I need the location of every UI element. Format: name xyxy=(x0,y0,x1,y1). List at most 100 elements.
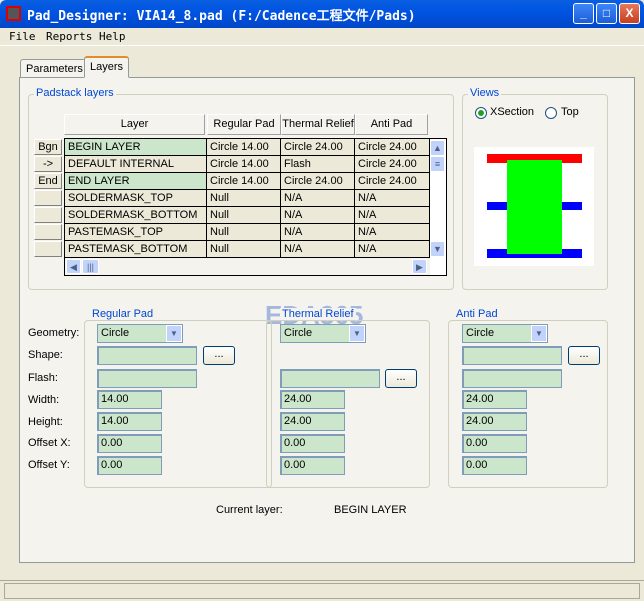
chevron-down-icon[interactable]: ▼ xyxy=(166,325,182,342)
xsection-label[interactable]: XSection xyxy=(490,106,534,118)
table-row[interactable]: BEGIN LAYER Circle 14.00 Circle 24.00 Circl… xyxy=(65,139,430,156)
anti-offset-y-input[interactable]: 0.00 xyxy=(462,456,527,475)
cell-layer[interactable]: END LAYER xyxy=(65,173,207,189)
thermal-height-input[interactable]: 24.00 xyxy=(280,412,345,431)
scroll-right-button[interactable]: ▶ xyxy=(412,259,427,274)
top-label[interactable]: Top xyxy=(561,106,579,118)
cell-anti-pad[interactable]: N/A xyxy=(355,241,430,257)
thermal-geometry-select[interactable]: Circle ▼ xyxy=(280,324,366,343)
window-title: Pad_Designer: VIA14_8.pad (F:/Cadence工程文… xyxy=(27,9,416,24)
anti-flash-input[interactable] xyxy=(462,369,562,388)
anti-offset-x-input[interactable]: 0.00 xyxy=(462,434,527,453)
header-thermal-relief[interactable]: Thermal Relief xyxy=(281,114,355,135)
cell-regular-pad[interactable]: Circle 14.00 xyxy=(207,139,281,155)
drill-hole xyxy=(507,160,562,254)
cell-layer[interactable]: PASTEMASK_TOP xyxy=(65,224,207,240)
cell-thermal-relief[interactable]: N/A xyxy=(281,207,355,223)
chevron-down-icon[interactable]: ▼ xyxy=(531,325,547,342)
cell-thermal-relief[interactable]: Flash xyxy=(281,156,355,172)
table-row[interactable]: DEFAULT INTERNAL Circle 14.00 Flash Circle … xyxy=(65,156,430,173)
minimize-button[interactable]: _ xyxy=(573,3,594,24)
cell-thermal-relief[interactable]: Circle 24.00 xyxy=(281,173,355,189)
anti-shape-input[interactable] xyxy=(462,346,562,365)
header-regular-pad[interactable]: Regular Pad xyxy=(207,114,281,135)
vertical-scroll-thumb[interactable]: ≡ xyxy=(430,156,445,172)
anti-shape-browse-button[interactable]: ... xyxy=(568,346,600,365)
regular-shape-browse-button[interactable]: ... xyxy=(203,346,235,365)
cell-thermal-relief[interactable]: N/A xyxy=(281,224,355,240)
cell-regular-pad[interactable]: Null xyxy=(207,190,281,206)
regular-offset-x-input[interactable]: 0.00 xyxy=(97,434,162,453)
regular-geometry-select[interactable]: Circle ▼ xyxy=(97,324,183,343)
tab-parameters[interactable]: Parameters xyxy=(20,59,89,79)
regular-offset-y-input[interactable]: 0.00 xyxy=(97,456,162,475)
cell-layer[interactable]: PASTEMASK_BOTTOM xyxy=(65,241,207,257)
thermal-flash-browse-button[interactable]: ... xyxy=(385,369,417,388)
horizontal-scrollbar[interactable] xyxy=(65,258,430,275)
cell-regular-pad[interactable]: Circle 14.00 xyxy=(207,156,281,172)
cell-regular-pad[interactable]: Circle 14.00 xyxy=(207,173,281,189)
cell-layer[interactable]: DEFAULT INTERNAL xyxy=(65,156,207,172)
chevron-down-icon[interactable]: ▼ xyxy=(349,325,365,342)
maximize-button[interactable]: □ xyxy=(596,3,617,24)
thermal-offset-x-input[interactable]: 0.00 xyxy=(280,434,345,453)
regular-height-input[interactable]: 14.00 xyxy=(97,412,162,431)
regular-width-input[interactable]: 14.00 xyxy=(97,390,162,409)
regular-shape-input[interactable] xyxy=(97,346,197,365)
menu-file[interactable]: File xyxy=(9,30,36,43)
row-select-button[interactable] xyxy=(34,241,62,257)
table-row[interactable]: PASTEMASK_TOP Null N/A N/A xyxy=(65,224,430,241)
anti-geometry-select[interactable]: Circle ▼ xyxy=(462,324,548,343)
tab-layers[interactable]: Layers xyxy=(84,56,130,78)
table-row[interactable]: SOLDERMASK_TOP Null N/A N/A xyxy=(65,190,430,207)
cell-thermal-relief[interactable]: Circle 24.00 xyxy=(281,139,355,155)
thermal-offset-y-input[interactable]: 0.00 xyxy=(280,456,345,475)
header-layer[interactable]: Layer xyxy=(64,114,205,135)
close-button[interactable]: X xyxy=(619,3,640,24)
row-select-button[interactable] xyxy=(34,207,62,223)
menu-help[interactable]: Help xyxy=(99,30,126,43)
menu-reports[interactable]: Reports xyxy=(46,30,92,43)
cell-layer[interactable]: SOLDERMASK_TOP xyxy=(65,190,207,206)
cell-layer[interactable]: SOLDERMASK_BOTTOM xyxy=(65,207,207,223)
anti-width-input[interactable]: 24.00 xyxy=(462,390,527,409)
cell-thermal-relief[interactable]: N/A xyxy=(281,190,355,206)
padstack-title: Padstack layers xyxy=(34,87,116,99)
thermal-relief-title: Thermal Relief xyxy=(280,308,356,320)
row-select-button[interactable] xyxy=(34,224,62,240)
regular-flash-input[interactable] xyxy=(97,369,197,388)
table-row[interactable]: END LAYER Circle 14.00 Circle 24.00 Circle … xyxy=(65,173,430,190)
thermal-flash-input[interactable] xyxy=(280,369,380,388)
cell-anti-pad[interactable]: Circle 24.00 xyxy=(355,173,430,189)
header-anti-pad[interactable]: Anti Pad xyxy=(355,114,428,135)
cell-anti-pad[interactable]: N/A xyxy=(355,190,430,206)
menu-bar xyxy=(0,28,644,46)
bgn-button[interactable]: Bgn xyxy=(34,139,62,155)
layers-grid[interactable]: BEGIN LAYER Circle 14.00 Circle 24.00 Circl… xyxy=(64,138,447,276)
scroll-down-button[interactable]: ▼ xyxy=(430,241,445,257)
top-radio[interactable] xyxy=(545,107,557,119)
height-label: Height: xyxy=(28,416,63,428)
end-button[interactable]: End xyxy=(34,173,62,189)
table-row[interactable]: PASTEMASK_BOTTOM Null N/A N/A xyxy=(65,241,430,258)
anti-height-input[interactable]: 24.00 xyxy=(462,412,527,431)
cell-layer[interactable]: BEGIN LAYER xyxy=(65,139,207,155)
cell-regular-pad[interactable]: Null xyxy=(207,224,281,240)
cell-regular-pad[interactable]: Null xyxy=(207,241,281,257)
cell-anti-pad[interactable]: Circle 24.00 xyxy=(355,156,430,172)
width-label: Width: xyxy=(28,394,60,406)
table-row[interactable]: SOLDERMASK_BOTTOM Null N/A N/A xyxy=(65,207,430,224)
cell-anti-pad[interactable]: N/A xyxy=(355,207,430,223)
current-layer-button[interactable]: -> xyxy=(34,156,62,172)
cell-thermal-relief[interactable]: N/A xyxy=(281,241,355,257)
horizontal-scroll-thumb[interactable]: ||| xyxy=(82,259,99,274)
thermal-width-input[interactable]: 24.00 xyxy=(280,390,345,409)
cell-regular-pad[interactable]: Null xyxy=(207,207,281,223)
cell-anti-pad[interactable]: Circle 24.00 xyxy=(355,139,430,155)
row-select-button[interactable] xyxy=(34,190,62,206)
scroll-up-button[interactable]: ▲ xyxy=(430,140,445,156)
scroll-left-button[interactable]: ◀ xyxy=(66,259,81,274)
regular-pad-title: Regular Pad xyxy=(90,308,156,320)
cell-anti-pad[interactable]: N/A xyxy=(355,224,430,240)
xsection-radio[interactable] xyxy=(475,107,487,119)
